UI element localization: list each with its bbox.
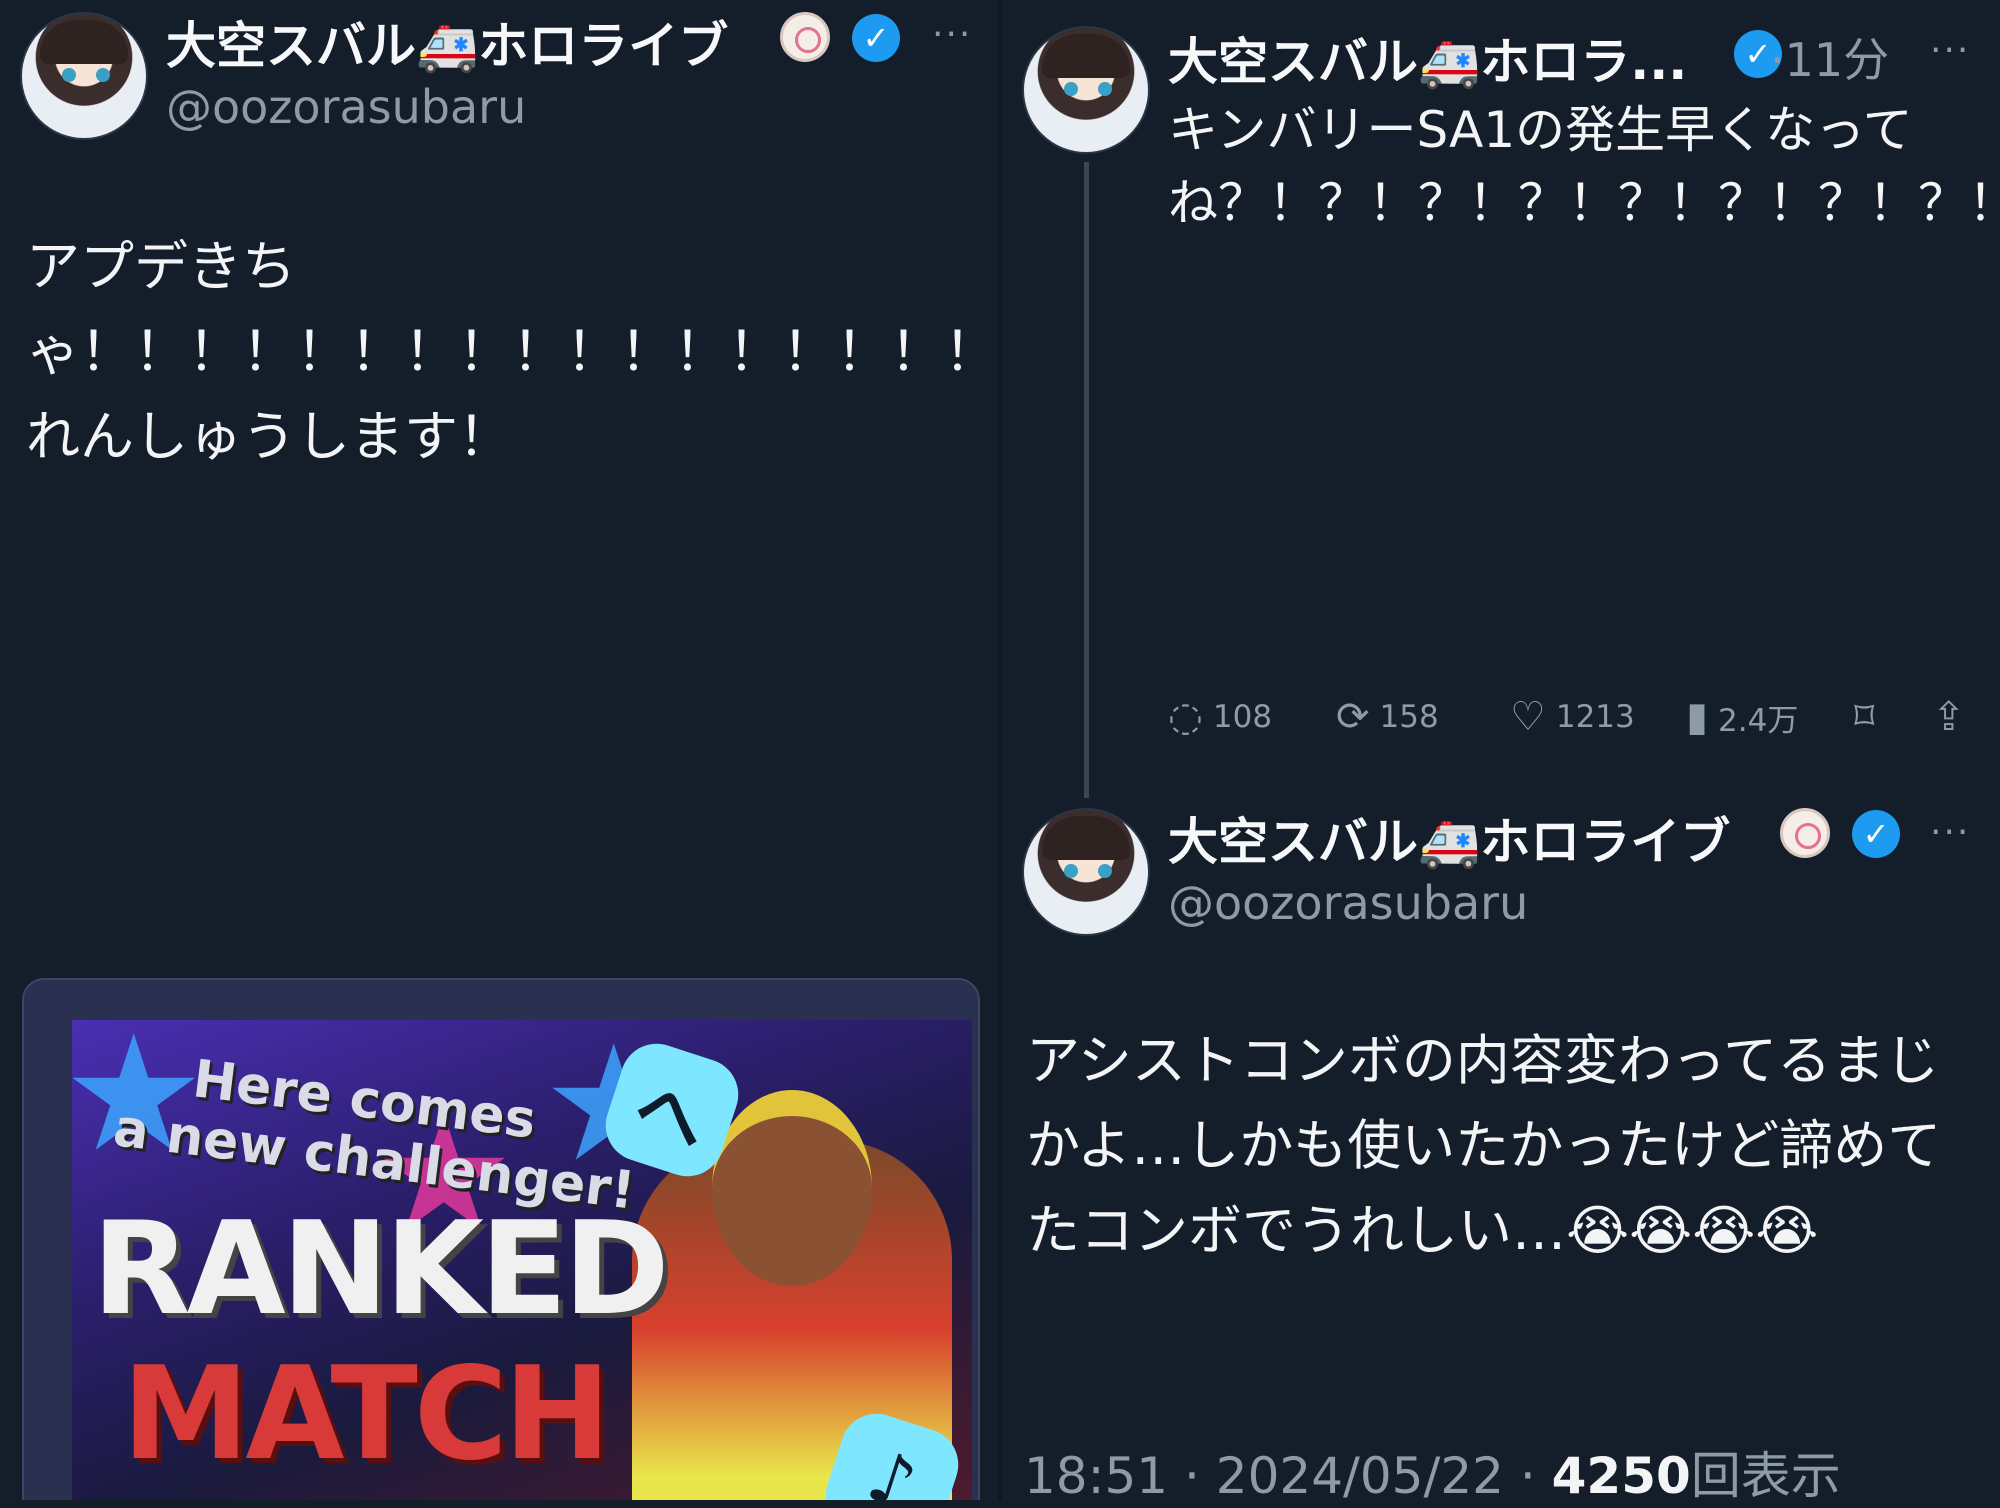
views-icon: ▮ [1686,694,1709,740]
views-button[interactable]: ▮ 2.4万 [1686,694,1798,740]
bookmark-icon: ⌑ [1854,694,1875,740]
avatar-eye [62,68,76,82]
view-count-number: 4250 [1551,1447,1691,1505]
reply-count: 108 [1212,699,1273,735]
tweet-body: アプデきちゃ！！！！！！！！！！！！！！！！！！！！！！！！！！！！！！！！！！… [26,235,1000,468]
repost-button[interactable]: ⟳ 158 [1336,694,1439,740]
avatar-hair [40,20,128,64]
display-name[interactable]: 大空スバル🚑ホロライブ [1168,802,1730,874]
like-button[interactable]: ♡ 1213 [1510,694,1635,740]
like-count: 1213 [1555,699,1635,735]
reply-icon: ◌ [1168,694,1203,740]
heart-icon: ♡ [1510,694,1546,740]
avatar-hair [1042,816,1130,860]
avatar-eye [1098,82,1112,96]
avatar-eye [96,68,110,82]
timestamp[interactable]: ·11分 [1770,24,1889,90]
bookmark-button[interactable]: ⌑ [1854,694,1885,740]
repost-icon: ⟳ [1336,694,1370,740]
display-name[interactable]: 大空スバル🚑ホロライブ [166,6,728,78]
media-title-line1: RANKED [92,1195,670,1344]
media-artwork: ★ ★ ★ へ ♪ Here comes a new challenger! R… [62,1000,972,1500]
share-button[interactable]: ⇪ [1932,694,1976,740]
left-tweet-panel: 大空スバル🚑ホロライブ ✓ ··· @oozorasubaru アプデきちゃ！！… [0,0,1000,1500]
more-icon[interactable]: ··· [1930,812,1970,853]
naruto-icon [1780,808,1830,858]
view-count: 2.4万 [1718,702,1799,739]
verified-badge-icon: ✓ [852,14,900,62]
avatar[interactable] [1022,808,1150,936]
view-count-suffix: 回表示 [1690,1447,1841,1505]
display-name[interactable]: 大空スバル🚑ホロラ... [1168,22,1687,94]
handle[interactable]: @oozorasubaru [1168,876,1528,930]
more-icon[interactable]: ··· [932,14,972,55]
avatar-eye [1098,864,1112,878]
post-time: 18:51 · 2024/05/22 · [1024,1447,1552,1505]
handle[interactable]: @oozorasubaru [166,80,526,134]
reply-button[interactable]: ◌ 108 [1168,694,1272,740]
avatar-hair [1042,34,1130,78]
thread-connector [1084,162,1089,798]
tweet-actions: ◌ 108 ⟳ 158 ♡ 1213 ▮ 2.4万 ⌑ ⇪ [1168,694,1988,754]
tweet-timestamp[interactable]: 18:51 · 2024/05/22 · 4250回表示 [1024,1436,1841,1508]
avatar[interactable] [20,12,148,140]
avatar-eye [1064,864,1078,878]
naruto-icon [780,12,830,62]
media-title-line2: MATCH [122,1340,611,1489]
avatar-eye [1064,82,1078,96]
verified-badge-icon: ✓ [1852,810,1900,858]
tweet-body: アシストコンボの内容変わってるまじかよ…しかも使いたかったけど諦めてたコンボでう… [1026,1029,1942,1262]
share-icon: ⇪ [1932,694,1966,740]
more-icon[interactable]: ··· [1930,30,1970,71]
avatar[interactable] [1022,26,1150,154]
tweet-body: キンバリーSA1の発生早くなってね？！？！？！？！？！？！？！？！？！？！？！！… [1168,101,2000,232]
fighter-head [712,1090,872,1286]
repost-count: 158 [1379,699,1439,735]
tweet-media[interactable]: ★ ★ ★ へ ♪ Here comes a new challenger! R… [22,978,980,1500]
